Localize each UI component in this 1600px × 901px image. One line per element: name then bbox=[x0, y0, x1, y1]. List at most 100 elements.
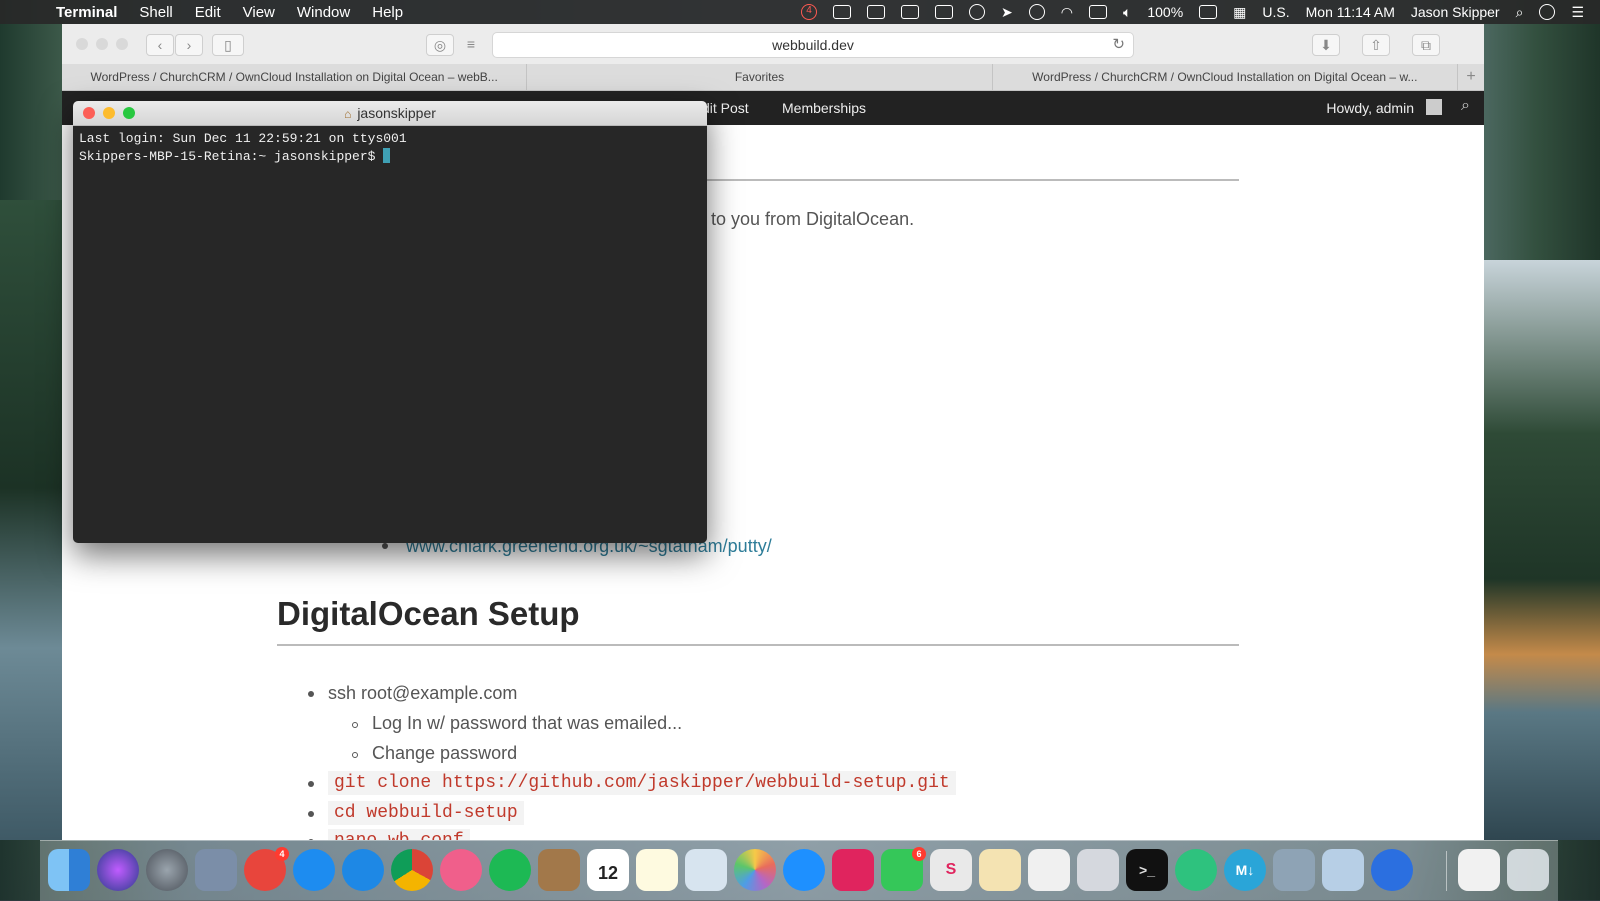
markdown-glyph: M↓ bbox=[1235, 862, 1255, 878]
mail-badge: 4 bbox=[275, 847, 289, 861]
airplay-icon[interactable] bbox=[1088, 5, 1107, 19]
screen-record-icon[interactable] bbox=[934, 5, 953, 19]
search-icon[interactable]: ⌕ bbox=[1461, 97, 1470, 115]
code-cd: cd webbuild-setup bbox=[328, 801, 524, 825]
address-bar[interactable]: webbuild.dev ↻ bbox=[492, 32, 1134, 58]
photos-icon[interactable] bbox=[734, 849, 776, 891]
menu-bar: Terminal Shell Edit View Window Help 4 ➤… bbox=[0, 0, 1600, 24]
photo-viewer-icon[interactable] bbox=[1273, 849, 1315, 891]
airmail-icon[interactable]: 4 bbox=[244, 847, 289, 891]
calendar-icon[interactable]: 12 bbox=[587, 849, 629, 891]
numbers-icon[interactable] bbox=[1028, 849, 1070, 891]
reload-icon[interactable]: ↻ bbox=[1112, 33, 1125, 57]
back-chevron-icon[interactable]: ‹ bbox=[146, 34, 174, 56]
terminal-icon[interactable]: >_ bbox=[1126, 849, 1168, 891]
terminal-title: jasonskipper bbox=[357, 105, 436, 121]
tab-bar: WordPress / ChurchCRM / OwnCloud Install… bbox=[62, 64, 1484, 91]
bullet bbox=[382, 543, 388, 549]
spotlight-search-icon[interactable]: ⌕ bbox=[1516, 4, 1524, 21]
menu-item-edit[interactable]: Edit bbox=[195, 4, 221, 21]
tab-wordpress-guide-1[interactable]: WordPress / ChurchCRM / OwnCloud Install… bbox=[62, 64, 528, 90]
system-utility-icon[interactable] bbox=[1077, 849, 1119, 891]
trash-icon[interactable] bbox=[1507, 849, 1549, 891]
sidebar-toggle-icon[interactable]: ▯ bbox=[212, 34, 244, 56]
finder-icon[interactable] bbox=[48, 849, 90, 891]
volume-icon[interactable]: 🔈︎ bbox=[1123, 4, 1131, 21]
reader-mode-icon[interactable]: ≡ bbox=[458, 34, 484, 54]
notification-center-icon[interactable]: ☰ bbox=[1571, 4, 1584, 21]
sub-bullet-login bbox=[352, 722, 358, 728]
time-machine-icon[interactable] bbox=[1028, 4, 1045, 20]
avatar[interactable] bbox=[1426, 99, 1442, 115]
display-icon[interactable] bbox=[832, 5, 851, 19]
terminal-last-login: Last login: Sun Dec 11 22:59:21 on ttys0… bbox=[79, 131, 407, 146]
creative-cloud-icon[interactable] bbox=[968, 4, 985, 20]
atom-icon[interactable] bbox=[1175, 849, 1217, 891]
spotify-icon[interactable] bbox=[489, 849, 531, 891]
terminal-title-bar[interactable]: ⌂ jasonskipper bbox=[73, 101, 707, 126]
tab-favorites[interactable]: Favorites bbox=[527, 64, 993, 90]
user-name[interactable]: Jason Skipper bbox=[1411, 4, 1500, 20]
dock: 4 12 6 S >_ M↓ bbox=[40, 840, 1558, 901]
code-git-clone: git clone https://github.com/jaskipper/w… bbox=[328, 771, 956, 795]
screen-capture-icon[interactable] bbox=[1371, 849, 1413, 891]
messages-icon[interactable] bbox=[783, 849, 825, 891]
sub-bullet-change bbox=[352, 752, 358, 758]
preview-icon[interactable] bbox=[685, 849, 727, 891]
partial-paragraph: l to you from DigitalOcean. bbox=[702, 209, 915, 229]
siri-icon[interactable] bbox=[97, 849, 139, 891]
input-source-label[interactable]: U.S. bbox=[1262, 4, 1289, 20]
location-arrow-icon[interactable]: ➤ bbox=[1001, 4, 1013, 21]
section-title: DigitalOcean Setup bbox=[277, 595, 580, 632]
downloads-icon[interactable]: ⬇ bbox=[1312, 34, 1340, 56]
mail-stamp-app-icon[interactable] bbox=[195, 849, 237, 891]
menu-item-shell[interactable]: Shell bbox=[139, 4, 172, 21]
launchpad-icon[interactable] bbox=[146, 849, 188, 891]
terminal-zoom-button[interactable] bbox=[123, 107, 135, 119]
contacts-icon[interactable] bbox=[538, 849, 580, 891]
howdy-admin-link[interactable]: Howdy, admin bbox=[1326, 100, 1414, 116]
itunes-icon[interactable] bbox=[440, 849, 482, 891]
tab-wordpress-guide-2[interactable]: WordPress / ChurchCRM / OwnCloud Install… bbox=[993, 64, 1458, 90]
siri-icon[interactable] bbox=[1539, 4, 1556, 20]
menu-app-name[interactable]: Terminal bbox=[56, 4, 117, 21]
app-store-icon[interactable] bbox=[293, 849, 335, 891]
bullet-ssh bbox=[308, 691, 314, 697]
memberships-link[interactable]: Memberships bbox=[782, 100, 866, 116]
home-folder-icon: ⌂ bbox=[344, 107, 352, 121]
dropbox-icon[interactable] bbox=[900, 5, 919, 19]
edit-post-link[interactable]: dit Post bbox=[702, 100, 749, 116]
battery-icon[interactable] bbox=[1199, 5, 1218, 19]
show-all-tabs-icon[interactable]: ⧉ bbox=[1412, 34, 1440, 56]
clock[interactable]: Mon 11:14 AM bbox=[1306, 4, 1395, 20]
docker-icon[interactable] bbox=[866, 5, 885, 19]
menu-item-help[interactable]: Help bbox=[372, 4, 403, 21]
input-source-flag-icon[interactable]: ▦ bbox=[1233, 4, 1246, 21]
window-close-button[interactable] bbox=[76, 38, 88, 50]
new-tab-button[interactable]: + bbox=[1458, 64, 1484, 90]
facetime-icon[interactable]: 6 bbox=[881, 847, 926, 891]
notification-count-icon[interactable]: 4 bbox=[800, 4, 817, 20]
terminal-minimize-button[interactable] bbox=[103, 107, 115, 119]
audio-app-icon[interactable] bbox=[832, 849, 874, 891]
share-icon[interactable]: ⇧ bbox=[1362, 34, 1390, 56]
safari-icon[interactable] bbox=[342, 849, 384, 891]
terminal-output[interactable]: Last login: Sun Dec 11 22:59:21 on ttys0… bbox=[73, 126, 707, 170]
grammarly-extension-icon[interactable]: ◎ bbox=[426, 34, 454, 56]
keynote-icon[interactable] bbox=[1322, 849, 1364, 891]
menu-item-view[interactable]: View bbox=[243, 4, 275, 21]
terminal-close-button[interactable] bbox=[83, 107, 95, 119]
markdown-editor-icon[interactable]: M↓ bbox=[1224, 849, 1266, 891]
notes-icon[interactable] bbox=[636, 849, 678, 891]
window-zoom-button[interactable] bbox=[116, 38, 128, 50]
wifi-icon[interactable]: ◠ bbox=[1061, 4, 1073, 21]
forward-chevron-icon[interactable]: › bbox=[175, 34, 203, 56]
window-minimize-button[interactable] bbox=[96, 38, 108, 50]
textedit-icon[interactable] bbox=[979, 849, 1021, 891]
documents-stack-icon[interactable] bbox=[1458, 849, 1500, 891]
chrome-icon[interactable] bbox=[391, 849, 433, 891]
menu-item-window[interactable]: Window bbox=[297, 4, 350, 21]
battery-percent[interactable]: 100% bbox=[1147, 4, 1183, 20]
terminal-window[interactable]: ⌂ jasonskipper Last login: Sun Dec 11 22:… bbox=[73, 101, 707, 543]
slack-icon[interactable]: S bbox=[930, 849, 972, 891]
